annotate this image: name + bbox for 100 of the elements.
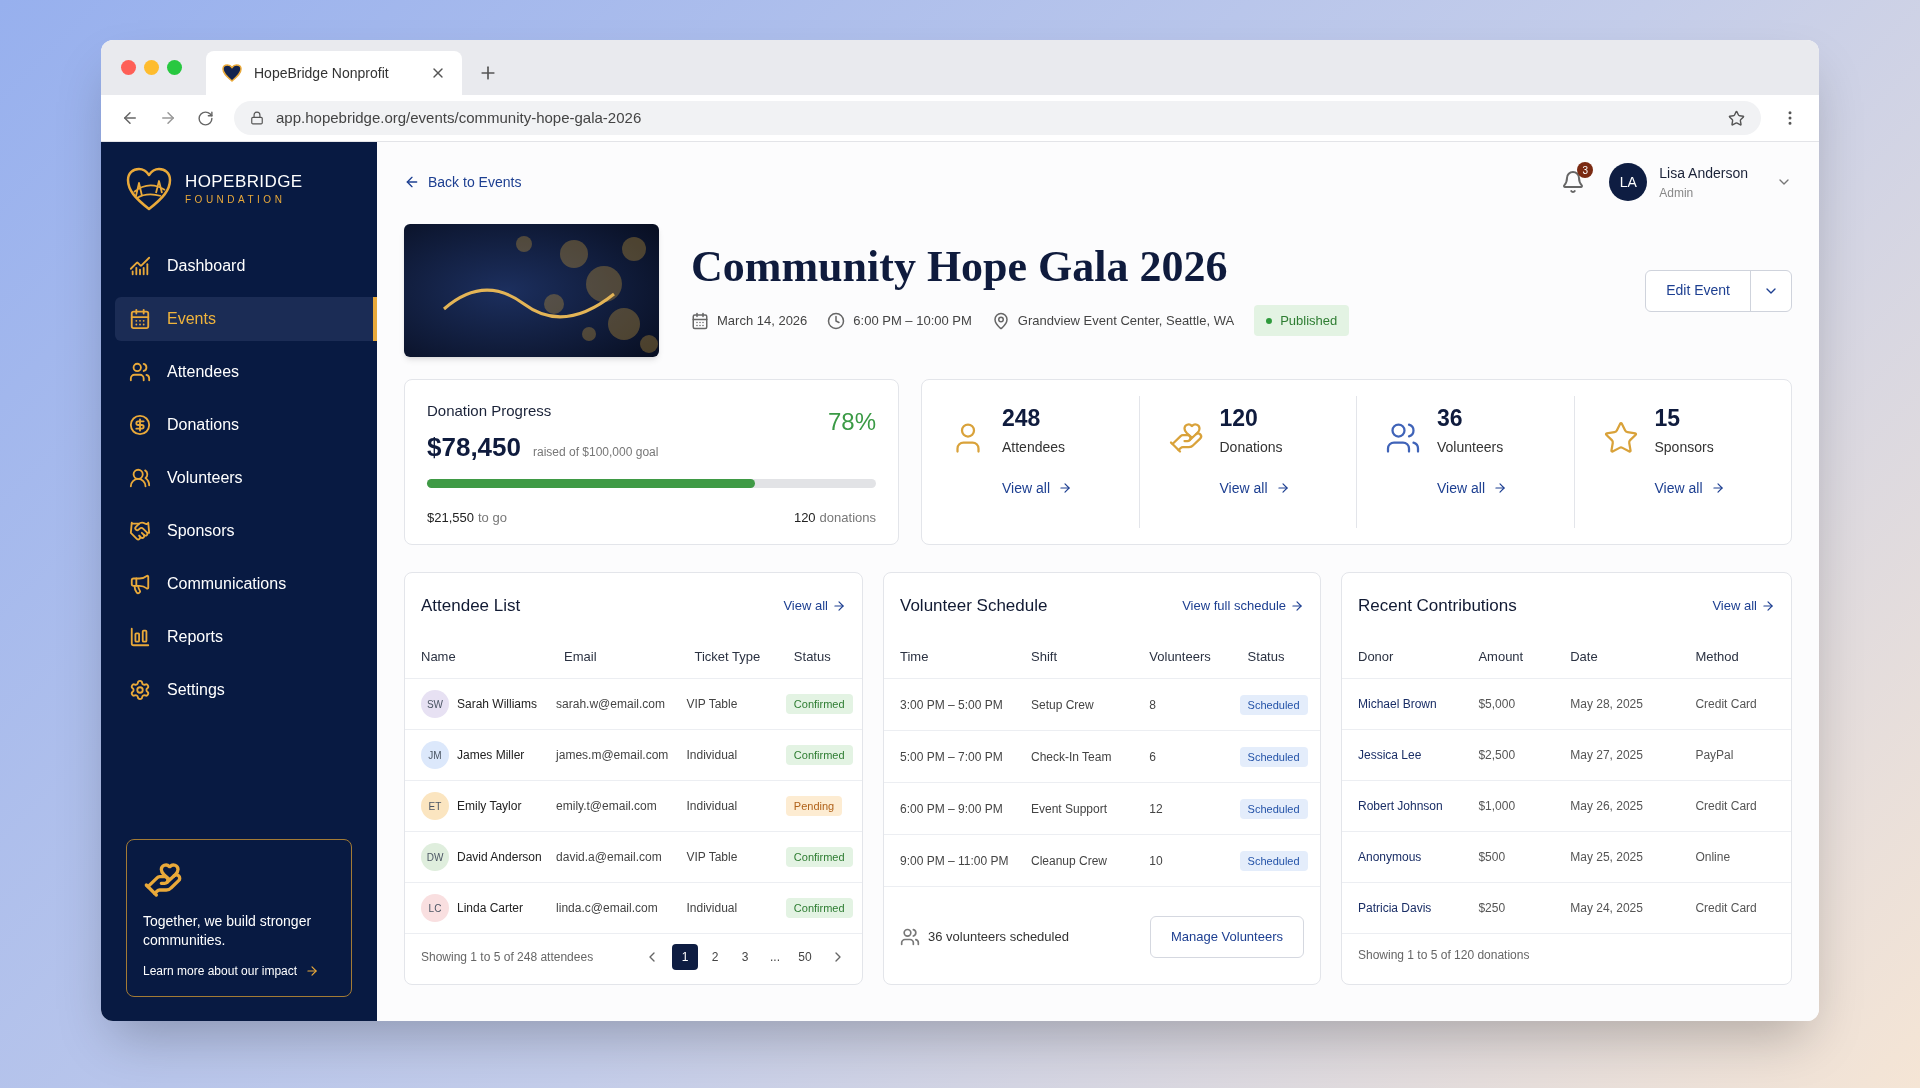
email-cell: james.m@email.com [556,748,669,762]
shift-cell: Check-In Team [1031,749,1112,764]
column-header: Status [1231,634,1320,679]
stat-value: 36 [1437,404,1464,433]
email-cell: sarah.w@email.com [556,697,665,711]
shift-cell: Event Support [1031,801,1108,816]
nav-item[interactable]: Sponsors [115,509,377,553]
email-cell: linda.c@email.com [556,901,658,915]
donor-name: Jessica Lee [1358,748,1422,762]
card-title: Volunteer Schedule [900,595,1048,617]
status-badge: Scheduled [1239,798,1308,819]
bar-chart-icon [129,626,151,648]
browser-tab[interactable]: HopeBridge Nonprofit [206,51,462,95]
back-link[interactable]: Back to Events [404,171,522,193]
column-header: Time [884,634,1015,679]
calendar-icon [129,308,151,330]
edit-event-button[interactable]: Edit Event [1646,270,1751,311]
stat-label: Attendees [1002,437,1067,457]
promo-text: Together, we build stronger communities. [143,911,313,950]
dollar-icon [129,414,151,436]
logo-icon [125,166,173,212]
column-header: Method [1679,634,1791,679]
attendee-name: Sarah Williams [457,696,537,713]
lock-icon [250,111,264,125]
event-date: March 14, 2026 [717,311,808,330]
remaining-amount: $21,550 [427,509,474,527]
stat-label: Volunteers [1437,437,1505,457]
megaphone-icon [129,573,151,595]
column-header: Amount [1462,634,1555,679]
avatar: ET [421,792,449,820]
method-cell: PayPal [1695,748,1734,762]
pagination-summary: Showing 1 to 5 of 120 donations [1358,948,1530,962]
page-button[interactable]: ... [762,944,788,970]
date-cell: May 25, 2025 [1570,850,1643,864]
status-badge: Scheduled [1239,694,1308,715]
page-button[interactable]: 1 [672,944,698,970]
view-link[interactable]: View all [1437,477,1507,499]
brand-tagline: FOUNDATION [185,193,287,208]
time-cell: 3:00 PM – 5:00 PM [900,697,1003,712]
page-button[interactable]: 2 [702,944,728,970]
nav-item[interactable]: Dashboard [115,244,377,288]
raised-amount: $78,450 [427,431,521,464]
amount-cell: $1,000 [1478,799,1516,813]
volunteer-count-cell: 6 [1149,749,1156,764]
page-button[interactable]: 50 [792,944,818,970]
volunteer-count-cell: 8 [1149,697,1156,712]
nav-item[interactable]: Donations [115,403,377,447]
notification-badge: 3 [1577,162,1594,178]
page-button[interactable]: 3 [732,944,758,970]
status-badge: Scheduled [1239,850,1308,871]
event-title: Community Hope Gala 2026 [691,244,1229,289]
nav-item[interactable]: Settings [115,668,377,712]
map-pin-icon [991,311,1010,330]
avatar: JM [421,741,449,769]
address-bar[interactable]: app.hopebridge.org/events/community-hope-gala-2026 [234,101,1761,135]
nav-item[interactable]: Communications [115,562,377,606]
email-cell: emily.t@email.com [556,799,657,813]
bookmark-star-icon[interactable] [1728,109,1745,127]
stat-label: Sponsors [1654,437,1715,457]
date-cell: May 24, 2025 [1570,901,1643,915]
stat-value: 248 [1002,404,1042,433]
chart-icon [129,255,151,277]
nav-item[interactable]: Attendees [115,350,377,394]
impact-link[interactable]: Learn more about our impact [143,962,335,980]
view-link[interactable]: View all [1002,477,1072,499]
column-header: Shift [1015,634,1134,679]
volunteer-count-cell: 10 [1149,853,1163,868]
view-link[interactable]: View all [1654,477,1725,499]
view-link[interactable]: View all [1219,477,1290,499]
url-text: app.hopebridge.org/events/community-hope-gala-2026 [276,107,643,128]
star-icon [1602,420,1639,456]
back-icon[interactable] [121,109,139,127]
handshake-icon [129,520,151,542]
attendee-name: Emily Taylor [457,798,522,815]
email-cell: david.a@email.com [556,850,662,864]
column-header: Donor [1342,634,1463,679]
manage-volunteers-button[interactable]: Manage Volunteers [1149,916,1304,958]
goal-text: raised of $100,000 goal [533,444,659,461]
ticket-type-cell: Individual [686,748,738,762]
status-badge: Confirmed [785,694,853,714]
view-link[interactable]: View all [783,596,846,616]
method-cell: Online [1695,850,1731,864]
view-link[interactable]: View all [1712,596,1775,616]
card-title: Attendee List [421,595,521,617]
column-header: Volunteers [1133,634,1232,679]
attendee-name: Linda Carter [457,900,524,917]
volunteer-count-cell: 12 [1149,801,1163,816]
reload-icon[interactable] [197,109,214,127]
nav-item[interactable]: Events [115,297,377,341]
clock-icon [827,311,846,330]
date-cell: May 27, 2025 [1570,748,1643,762]
view-link[interactable]: View full schedule [1182,596,1304,616]
card-title: Recent Contributions [1358,595,1517,617]
forward-icon[interactable] [159,109,177,127]
remaining-label: to go [478,509,507,527]
nav-item[interactable]: Volunteers [115,456,377,500]
shift-cell: Cleanup Crew [1031,853,1108,868]
stat-label: Donations [1219,437,1284,457]
date-cell: May 28, 2025 [1570,697,1643,711]
nav-item[interactable]: Reports [115,615,377,659]
